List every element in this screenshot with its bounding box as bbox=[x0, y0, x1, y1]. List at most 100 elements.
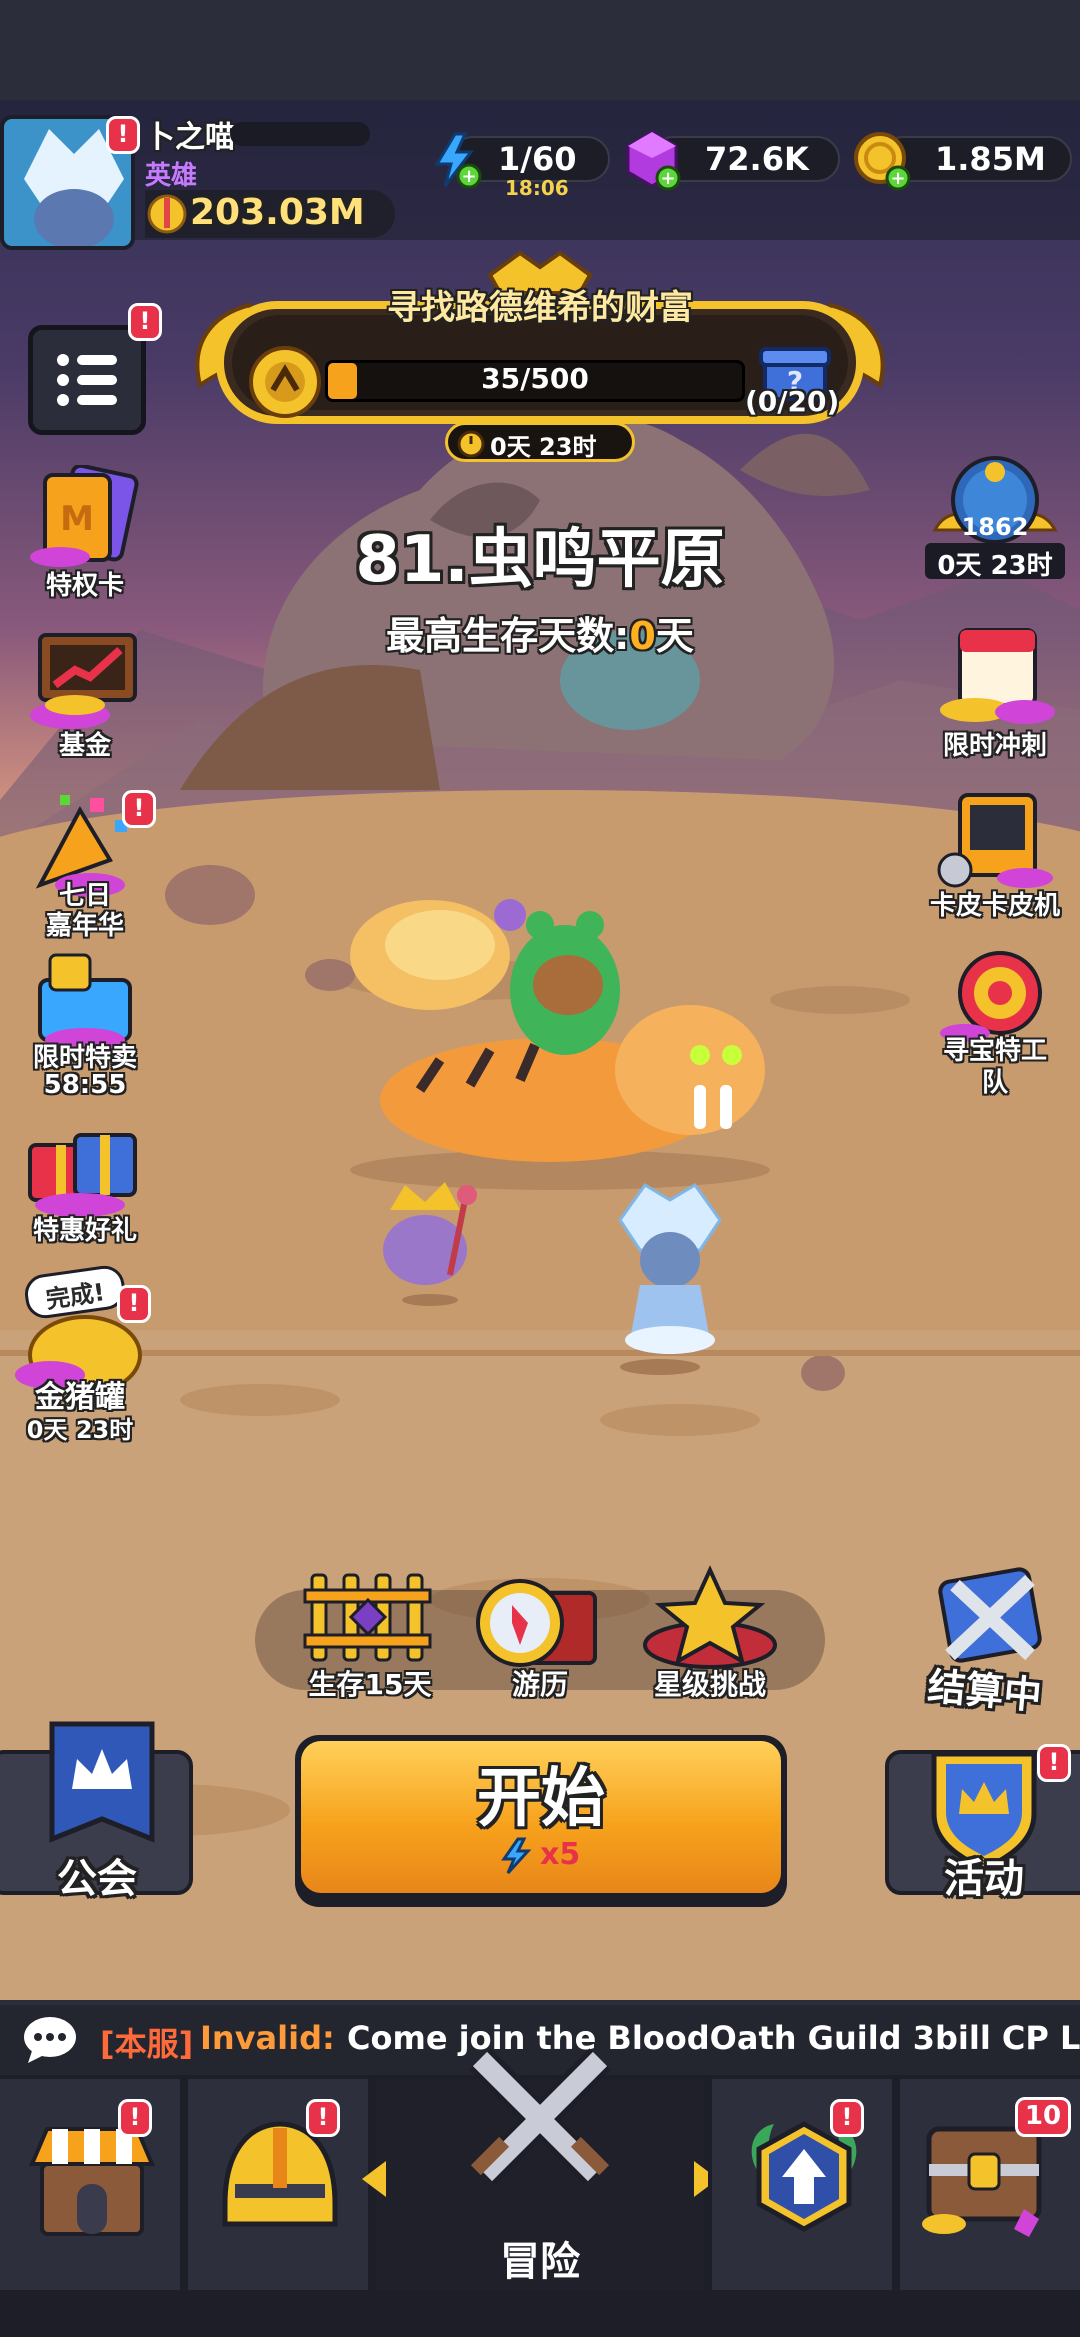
seven-day-carnival-button[interactable]: ! 七日 嘉年华 bbox=[10, 790, 160, 941]
nav-treasure[interactable]: 10 bbox=[896, 2075, 1080, 2290]
list-menu-icon bbox=[57, 354, 117, 406]
svg-text:+: + bbox=[461, 166, 476, 187]
rank-season-button[interactable]: 1862 0天 23时 bbox=[920, 450, 1070, 581]
menu-notification-badge: ! bbox=[128, 303, 162, 341]
settlement-button[interactable]: 结算中 bbox=[910, 1565, 1060, 1725]
settlement-label: 结算中 bbox=[925, 1664, 1044, 1718]
coin-plus-icon[interactable]: + bbox=[850, 128, 914, 192]
star-trophy-icon bbox=[643, 1565, 777, 1669]
svg-text:+: + bbox=[660, 168, 675, 189]
limited-sale-label: 限时特卖 bbox=[32, 1043, 137, 1073]
limited-sprint-label: 限时冲刺 bbox=[942, 731, 1047, 761]
rank-timer: 0天 23时 bbox=[937, 551, 1053, 581]
home-indicator-bar bbox=[0, 2290, 1080, 2337]
player-power: 203.03M bbox=[190, 192, 365, 233]
gift-box-icon bbox=[28, 1133, 137, 1217]
activity-button[interactable]: ! 活动 bbox=[885, 1744, 1080, 1902]
golden-gate-icon bbox=[303, 1573, 432, 1662]
special-gift-label: 特惠好礼 bbox=[32, 1216, 137, 1246]
svg-text:M: M bbox=[60, 499, 94, 539]
ice-crystal-hero-sprite bbox=[618, 1183, 722, 1375]
stopwatch-icon bbox=[457, 430, 485, 458]
coins-value: 1.85M bbox=[935, 140, 1046, 178]
player-name-bar bbox=[230, 122, 370, 146]
energy-value: 1/60 bbox=[498, 140, 577, 178]
rank-number: 1862 bbox=[961, 513, 1029, 541]
survive-mode-button[interactable]: 生存15天 bbox=[300, 1565, 440, 1705]
chat-bubble-icon bbox=[24, 2017, 76, 2063]
limited-sprint-button[interactable]: 限时冲刺 bbox=[920, 620, 1070, 770]
piggy-timer: 0天 23时 bbox=[26, 1416, 134, 1444]
seven-day-badge: ! bbox=[122, 790, 156, 828]
seven-day-label-2: 嘉年华 bbox=[45, 911, 124, 941]
compass-medal-icon bbox=[249, 346, 321, 418]
sword-power-icon bbox=[147, 194, 187, 234]
limited-sale-button[interactable]: 限时特卖 58:55 bbox=[10, 945, 160, 1105]
special-gift-button[interactable]: 特惠好礼 bbox=[10, 1110, 160, 1250]
purple-king-pet-sprite bbox=[383, 1182, 477, 1306]
start-label: 开始 bbox=[477, 1762, 605, 1836]
privilege-card-label: 特权卡 bbox=[45, 571, 124, 601]
chat-channel: [本服] bbox=[100, 2025, 194, 2063]
fund-button[interactable]: 基金 bbox=[10, 625, 160, 765]
start-cost: x5 bbox=[540, 1837, 581, 1872]
event-reward-count: (0/20) bbox=[745, 385, 840, 418]
nav-upgrade[interactable]: ! bbox=[708, 2075, 892, 2290]
gems-value: 72.6K bbox=[705, 140, 809, 178]
compass-book-icon bbox=[476, 1579, 597, 1667]
treasure-team-label-2: 队 bbox=[981, 1068, 1008, 1098]
guild-banner-icon bbox=[49, 1721, 155, 1843]
chat-sender: Invalid: bbox=[200, 2019, 335, 2057]
event-banner[interactable]: 寻找路德维希的财富 35/500 ? (0/20) 0天 23时 bbox=[190, 245, 890, 462]
limited-sale-timer: 58:55 bbox=[43, 1070, 127, 1100]
travel-mode-button[interactable]: 游历 bbox=[470, 1575, 610, 1705]
main-menu-button[interactable] bbox=[28, 325, 146, 435]
activity-badge: ! bbox=[1037, 1744, 1071, 1782]
player-name: 卜之喵 bbox=[145, 120, 235, 155]
slot-machine-icon bbox=[937, 793, 1053, 888]
player-title: 英雄 bbox=[145, 161, 198, 191]
piggy-bank-button[interactable]: 完成! ! 金猪罐 0天 23时 bbox=[5, 1260, 155, 1450]
avatar-notification-badge: ! bbox=[106, 116, 140, 154]
status-bar bbox=[0, 0, 1080, 100]
start-button[interactable]: 开始 x5 bbox=[295, 1735, 787, 1907]
energy-plus-icon[interactable]: + bbox=[425, 130, 485, 190]
nav-shop[interactable]: ! bbox=[0, 2075, 184, 2290]
calendar-coins-icon bbox=[940, 628, 1055, 724]
star-challenge-button[interactable]: 星级挑战 bbox=[630, 1565, 790, 1705]
svg-text:+: + bbox=[890, 168, 905, 189]
guild-label: 公会 bbox=[57, 1856, 137, 1902]
equipment-badge: ! bbox=[306, 2099, 340, 2137]
stage-name: 81.虫鸣平原 bbox=[355, 523, 725, 597]
hero-riding-tiger-sprite bbox=[350, 899, 770, 1190]
event-progress-text: 35/500 bbox=[481, 362, 589, 395]
best-survival-value: 0 bbox=[629, 614, 656, 658]
privilege-card-icon: M bbox=[30, 465, 139, 567]
treasure-team-button[interactable]: 寻宝特工 队 bbox=[920, 945, 1070, 1105]
shop-badge: ! bbox=[118, 2099, 152, 2137]
activity-label: 活动 bbox=[944, 1856, 1024, 1902]
best-survival: 最高生存天数:0天 bbox=[0, 605, 1080, 660]
nav-left-arrow-icon[interactable] bbox=[358, 2159, 388, 2199]
treasure-count: 10 bbox=[1024, 2101, 1062, 2131]
capybara-machine-label: 卡皮卡皮机 bbox=[929, 891, 1060, 921]
travel-mode-label: 游历 bbox=[511, 1668, 568, 1701]
star-challenge-label: 星级挑战 bbox=[653, 1668, 766, 1701]
capybara-machine-button[interactable]: 卡皮卡皮机 bbox=[920, 790, 1070, 930]
best-survival-unit: 天 bbox=[655, 614, 694, 658]
guild-button[interactable]: 公会 bbox=[0, 1721, 193, 1902]
event-title: 寻找路德维希的财富 bbox=[387, 288, 693, 328]
survive-mode-label: 生存15天 bbox=[308, 1668, 432, 1701]
event-timer: 0天 23时 bbox=[490, 433, 597, 461]
fund-label: 基金 bbox=[58, 731, 111, 761]
nav-equipment[interactable]: ! bbox=[188, 2075, 372, 2290]
energy-cost-icon bbox=[501, 1837, 532, 1875]
energy-timer: 18:06 bbox=[505, 176, 569, 200]
fund-chart-icon bbox=[30, 633, 137, 729]
crossed-swords-icon bbox=[469, 2048, 611, 2185]
adventure-label: 冒险 bbox=[500, 2239, 580, 2285]
nav-adventure[interactable]: 冒险 bbox=[362, 2048, 718, 2290]
upgrade-badge: ! bbox=[830, 2099, 864, 2137]
gem-plus-icon[interactable]: + bbox=[620, 128, 684, 192]
privilege-card-button[interactable]: M 特权卡 bbox=[10, 465, 160, 605]
